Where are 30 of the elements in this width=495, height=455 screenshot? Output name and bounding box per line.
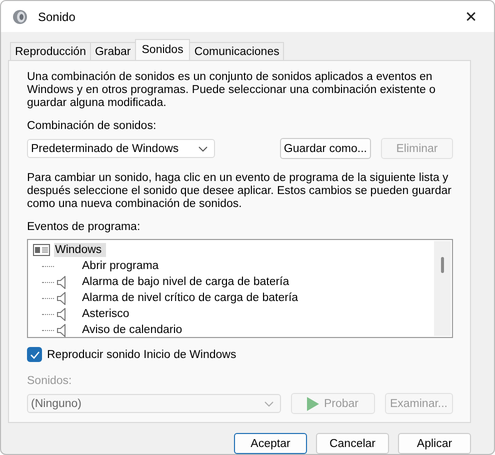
- tab[interactable]: Comunicaciones: [189, 42, 284, 60]
- chevron-down-icon: [264, 400, 274, 406]
- window-title: Sonido: [38, 10, 76, 24]
- sounds-label: Sonidos:: [27, 374, 72, 388]
- tree-item[interactable]: Alarma de nivel crítico de carga de batería: [80, 292, 300, 304]
- speaker-icon: [12, 8, 28, 24]
- scheme-dropdown[interactable]: Predeterminado de Windows: [27, 139, 215, 158]
- scrollbar-thumb[interactable]: [441, 257, 444, 273]
- checkbox-label: Reproducir sonido Inicio de Windows: [47, 348, 236, 360]
- cancel-button[interactable]: Cancelar: [316, 433, 389, 454]
- help-text: Para cambiar un sonido, haga clic en un evento de programa de la siguiente lista y después seleccione el sonido que desee aplicar. Estos cambios se pueden guardar como una nueva combinación de sonidos.: [27, 172, 453, 211]
- events-label: Eventos de programa:: [27, 220, 140, 234]
- close-button[interactable]: ✕: [448, 1, 494, 32]
- tree-item[interactable]: Abrir programa: [80, 260, 161, 272]
- play-icon: [306, 396, 319, 410]
- chevron-down-icon: [198, 146, 208, 152]
- apply-button[interactable]: Aplicar: [398, 433, 471, 454]
- tab[interactable]: Reproducción: [10, 42, 91, 60]
- tree-item[interactable]: Alarma de bajo nivel de carga de batería: [80, 276, 292, 288]
- tab[interactable]: Sonidos: [134, 39, 190, 60]
- window-icon: [33, 244, 50, 256]
- description-text: Una combinación de sonidos es un conjunto de sonidos aplicados a eventos en Windows y en otros programas. Puede seleccionar una combinación existente o guardar alguna modificada.: [27, 71, 436, 110]
- tree-item[interactable]: Windows: [54, 243, 106, 257]
- tree-item[interactable]: Aviso de calendario: [80, 324, 184, 336]
- ok-button[interactable]: Aceptar: [234, 433, 307, 454]
- checkmark-icon: [30, 350, 40, 358]
- checkbox[interactable]: [27, 347, 42, 362]
- scheme-label: Combinación de sonidos:: [27, 119, 156, 133]
- tree-item[interactable]: Asterisco: [80, 308, 132, 320]
- save-as-button[interactable]: Guardar como...: [280, 138, 371, 159]
